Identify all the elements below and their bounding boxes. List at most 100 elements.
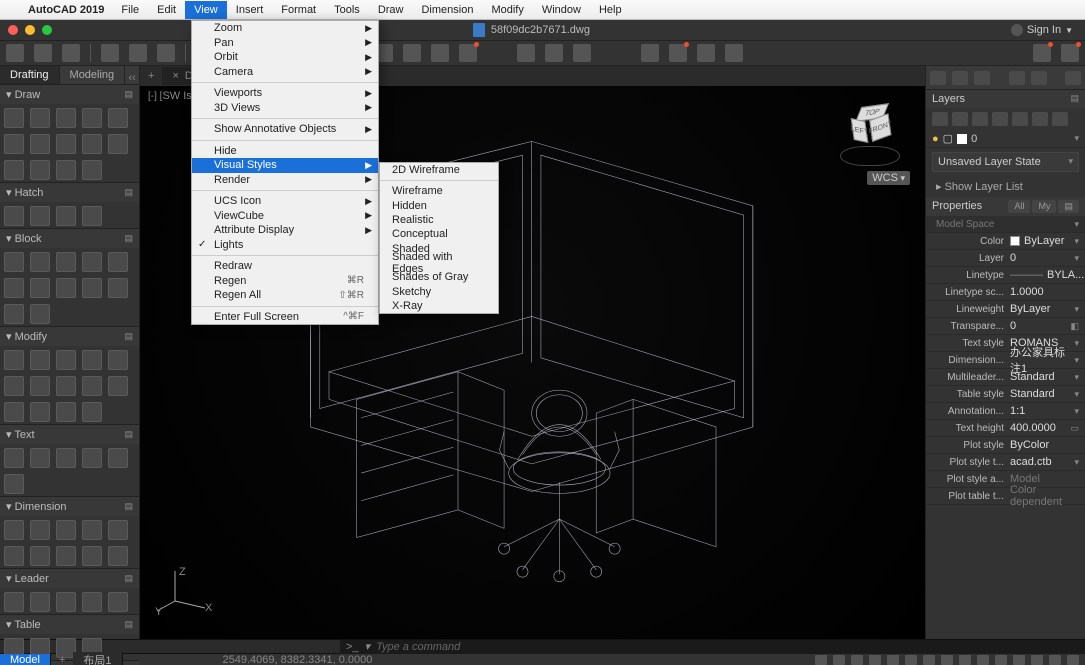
- layout-tab[interactable]: 布局1: [73, 652, 122, 665]
- tool-icon[interactable]: [82, 206, 102, 226]
- prop-color[interactable]: ColorByLayer▾: [926, 233, 1085, 250]
- prop-text-height[interactable]: Text height400.0000▭: [926, 420, 1085, 437]
- tool-icon[interactable]: [82, 520, 102, 540]
- palette-header[interactable]: ▾ Text▤: [0, 425, 139, 444]
- menu-item-redraw[interactable]: Redraw: [192, 259, 378, 274]
- tool-icon[interactable]: [4, 592, 24, 612]
- status-settings-icon[interactable]: [1067, 655, 1079, 665]
- menu-edit[interactable]: Edit: [148, 1, 185, 19]
- panel-gear-icon[interactable]: [1065, 71, 1081, 85]
- menu-item-3d-views[interactable]: 3D Views▶: [192, 101, 378, 116]
- menu-dimension[interactable]: Dimension: [412, 1, 482, 19]
- osnap-icon[interactable]: [887, 655, 899, 665]
- tab-drafting[interactable]: Drafting: [0, 66, 60, 84]
- properties-panel-header[interactable]: Properties All My ▤: [926, 197, 1085, 216]
- prop-plot-style[interactable]: Plot styleByColor: [926, 437, 1085, 454]
- show-layer-list[interactable]: ▸ Show Layer List: [926, 176, 1085, 197]
- tool-icon[interactable]: [82, 252, 102, 272]
- tool-icon[interactable]: [4, 252, 24, 272]
- tool-icon[interactable]: [82, 160, 102, 180]
- current-layer-row[interactable]: ●▢ 0 ▾: [926, 130, 1085, 148]
- visual-style-2d-wireframe[interactable]: 2D Wireframe: [380, 163, 498, 177]
- layer-tool-icon[interactable]: [972, 112, 988, 126]
- ucs-icon[interactable]: Z X Y: [155, 566, 215, 619]
- tool-icon[interactable]: [82, 350, 102, 370]
- redo-icon[interactable]: [129, 44, 147, 62]
- tool-icon[interactable]: [56, 350, 76, 370]
- tool-icon[interactable]: [4, 350, 24, 370]
- dyn-icon[interactable]: [941, 655, 953, 665]
- view-cube[interactable]: TOP LEFT FRONT: [835, 96, 905, 166]
- tool-icon[interactable]: [56, 402, 76, 422]
- menu-item-lights[interactable]: ✓Lights: [192, 238, 378, 253]
- panel-toggle-icon[interactable]: [1009, 71, 1025, 85]
- tool-icon[interactable]: [56, 206, 76, 226]
- filter-my[interactable]: My: [1032, 200, 1056, 213]
- select-icon[interactable]: [725, 44, 743, 62]
- menu-item-ucs-icon[interactable]: UCS Icon▶: [192, 194, 378, 209]
- prop-linetype[interactable]: Linetype———BYLA...▾: [926, 267, 1085, 284]
- tool-icon[interactable]: [4, 402, 24, 422]
- menu-item-visual-styles[interactable]: Visual Styles▶: [192, 158, 378, 173]
- tool-icon[interactable]: [30, 546, 50, 566]
- layer-tool-icon[interactable]: [1012, 112, 1028, 126]
- tool-icon[interactable]: [30, 448, 50, 468]
- layer-tool-icon[interactable]: [1032, 112, 1048, 126]
- prop-linetype-sc-[interactable]: Linetype sc...1.0000: [926, 284, 1085, 301]
- tool-icon[interactable]: [30, 160, 50, 180]
- prop-transpare-[interactable]: Transpare...0◧: [926, 318, 1085, 335]
- print-icon[interactable]: [157, 44, 175, 62]
- tool-icon[interactable]: [56, 160, 76, 180]
- tab-scroll-left-icon[interactable]: ‹‹: [125, 72, 139, 84]
- tool-icon[interactable]: [82, 592, 102, 612]
- panel-toggle-icon[interactable]: [930, 71, 946, 85]
- viewcube-left[interactable]: LEFT: [851, 118, 869, 143]
- measure-icon[interactable]: [641, 44, 659, 62]
- filter-more-icon[interactable]: ▤: [1058, 200, 1079, 213]
- tool-icon[interactable]: [30, 252, 50, 272]
- layer-tool-icon[interactable]: [992, 112, 1008, 126]
- tool-icon[interactable]: [108, 520, 128, 540]
- palette-header[interactable]: ▾ Draw▤: [0, 85, 139, 104]
- visual-style-hidden[interactable]: Hidden: [380, 199, 498, 213]
- menu-item-attribute-display[interactable]: Attribute Display▶: [192, 223, 378, 238]
- prop-lineweight[interactable]: LineweightByLayer▾: [926, 301, 1085, 318]
- sc-icon[interactable]: [977, 655, 989, 665]
- tool-icon[interactable]: [30, 350, 50, 370]
- menu-item-regen-all[interactable]: Regen All⇧⌘R: [192, 288, 378, 303]
- minimize-window-icon[interactable]: [25, 25, 35, 35]
- tool-icon[interactable]: [4, 546, 24, 566]
- menu-window[interactable]: Window: [533, 1, 590, 19]
- menu-view[interactable]: View: [185, 1, 227, 19]
- tool-icon[interactable]: [108, 134, 128, 154]
- tool-icon[interactable]: [108, 350, 128, 370]
- tool-icon[interactable]: [108, 592, 128, 612]
- lwt-icon[interactable]: [923, 655, 935, 665]
- prop-dimension-[interactable]: Dimension...办公家具标注1▾: [926, 352, 1085, 369]
- qp-icon[interactable]: [959, 655, 971, 665]
- tool-icon[interactable]: [82, 278, 102, 298]
- tool-icon[interactable]: [56, 546, 76, 566]
- dist-icon[interactable]: [669, 44, 687, 62]
- filter-all[interactable]: All: [1008, 200, 1030, 213]
- pan-icon[interactable]: [545, 44, 563, 62]
- tool-icon[interactable]: [56, 376, 76, 396]
- menu-file[interactable]: File: [112, 1, 148, 19]
- tool-icon[interactable]: [82, 108, 102, 128]
- new-drawing-tab[interactable]: +: [140, 67, 162, 85]
- menu-item-render[interactable]: Render▶: [192, 173, 378, 188]
- tool-icon[interactable]: [30, 402, 50, 422]
- tool-icon[interactable]: [30, 134, 50, 154]
- layers-panel-header[interactable]: Layers▤: [926, 90, 1085, 108]
- tool-icon[interactable]: [108, 376, 128, 396]
- tool-icon[interactable]: [108, 546, 128, 566]
- menu-item-viewports[interactable]: Viewports▶: [192, 86, 378, 101]
- layer-tool-icon[interactable]: [952, 112, 968, 126]
- tool-icon[interactable]: [4, 206, 24, 226]
- menu-item-pan[interactable]: Pan▶: [192, 36, 378, 51]
- tool-icon[interactable]: [4, 376, 24, 396]
- visual-style-shaded-with-edges[interactable]: Shaded with Edges: [380, 256, 498, 270]
- tool-icon[interactable]: [4, 278, 24, 298]
- tool-icon[interactable]: [56, 134, 76, 154]
- tool-icon[interactable]: [30, 376, 50, 396]
